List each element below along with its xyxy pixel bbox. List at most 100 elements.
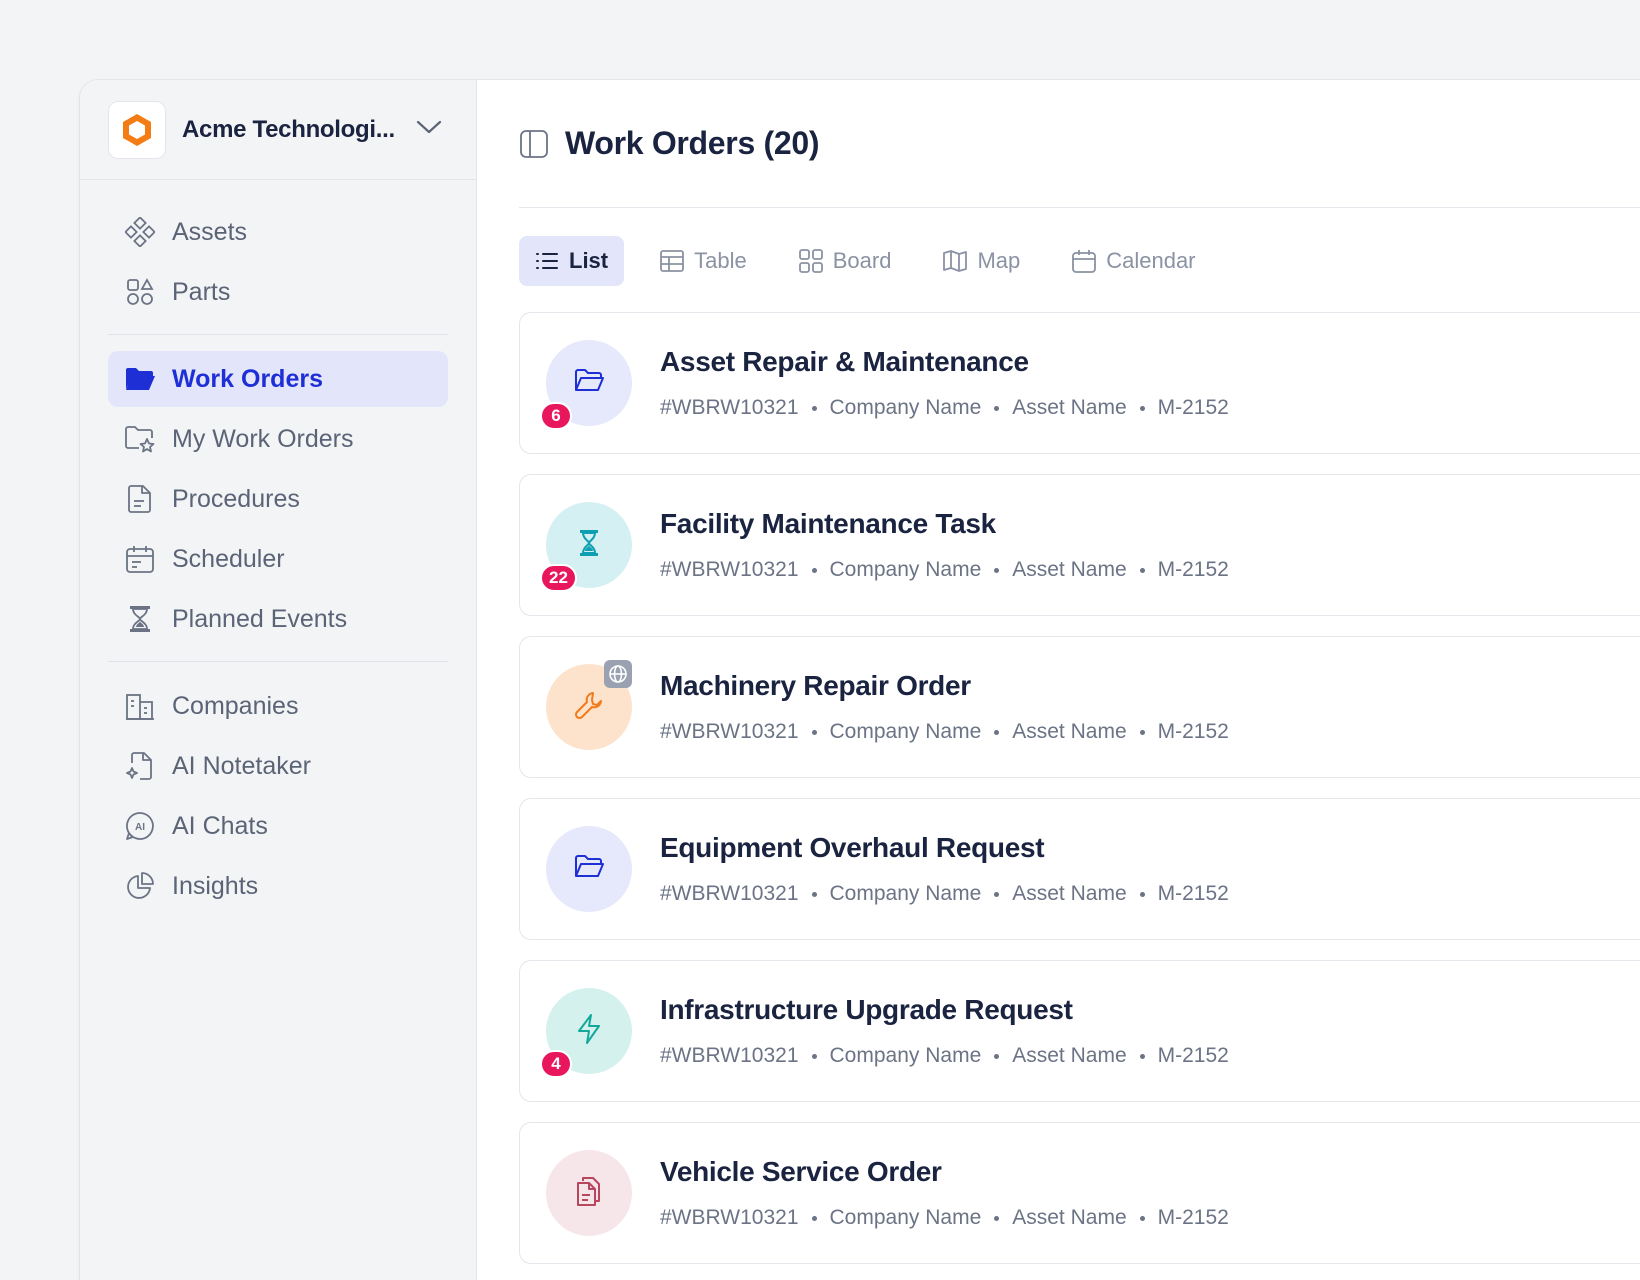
- work-order-card[interactable]: Equipment Overhaul Request #WBRW10321 Co…: [519, 798, 1640, 940]
- work-order-company: Company Name: [829, 1206, 982, 1229]
- work-order-asset: Asset Name: [1012, 720, 1127, 743]
- work-order-code: M-2152: [1157, 720, 1229, 743]
- work-order-card[interactable]: 4 Infrastructure Upgrade Request #WBRW10…: [519, 960, 1640, 1102]
- work-order-body: Infrastructure Upgrade Request #WBRW1032…: [660, 994, 1229, 1068]
- org-name: Acme Technologi...: [182, 115, 395, 143]
- work-order-code: M-2152: [1157, 396, 1229, 419]
- list-icon: [535, 250, 559, 272]
- separator-dot: [811, 567, 817, 573]
- work-order-id: #WBRW10321: [660, 396, 799, 419]
- page-title: Work Orders (20): [565, 125, 820, 161]
- work-order-avatar: [546, 1150, 632, 1236]
- tab-table[interactable]: Table: [644, 236, 763, 286]
- org-logo-icon: [108, 100, 166, 159]
- sidebar-item-label: AI Notetaker: [172, 751, 311, 780]
- pie-chart-icon: [124, 870, 156, 902]
- separator-dot: [1139, 891, 1145, 897]
- work-order-body: Asset Repair & Maintenance #WBRW10321 Co…: [660, 346, 1229, 420]
- folder-open-icon: [124, 363, 156, 395]
- folder-open-icon: [573, 854, 605, 885]
- count-badge: 22: [540, 564, 577, 592]
- work-order-meta: #WBRW10321 Company Name Asset Name M-215…: [660, 1206, 1229, 1230]
- work-order-title: Infrastructure Upgrade Request: [660, 994, 1073, 1025]
- work-order-code: M-2152: [1157, 1206, 1229, 1229]
- chevron-down-icon[interactable]: [416, 119, 442, 140]
- sidebar-toggle-icon[interactable]: [519, 129, 549, 159]
- separator-dot: [1139, 567, 1145, 573]
- work-order-meta: #WBRW10321 Company Name Asset Name M-215…: [660, 396, 1229, 420]
- document-icon: [124, 483, 156, 515]
- work-order-list: 6 Asset Repair & Maintenance #WBRW10321 …: [519, 312, 1640, 1264]
- work-order-code: M-2152: [1157, 882, 1229, 905]
- map-icon: [943, 249, 968, 273]
- work-order-asset: Asset Name: [1012, 396, 1127, 419]
- sidebar-item-assets[interactable]: Assets: [108, 204, 448, 260]
- ai-chat-icon: AI: [124, 810, 156, 842]
- folder-star-icon: [124, 423, 156, 455]
- work-order-id: #WBRW10321: [660, 720, 799, 743]
- work-order-asset: Asset Name: [1012, 558, 1127, 581]
- sidebar-item-label: Parts: [172, 277, 231, 306]
- sidebar: Acme Technologi... Assets Parts Work Ord…: [80, 80, 477, 1280]
- sidebar-item-label: Assets: [172, 217, 248, 246]
- sidebar-item-ai-chats[interactable]: AI AI Chats: [108, 798, 448, 854]
- svg-text:AI: AI: [135, 822, 145, 833]
- work-order-company: Company Name: [829, 1044, 982, 1067]
- work-order-company: Company Name: [829, 558, 982, 581]
- work-order-avatar: 22: [540, 502, 632, 592]
- separator-dot: [1139, 1053, 1145, 1059]
- sidebar-item-planned-events[interactable]: Planned Events: [108, 591, 448, 647]
- sidebar-item-label: Companies: [172, 691, 299, 720]
- work-order-body: Vehicle Service Order #WBRW10321 Company…: [660, 1156, 1229, 1230]
- work-order-asset: Asset Name: [1012, 1206, 1127, 1229]
- parts-icon: [124, 276, 156, 308]
- table-icon: [660, 249, 685, 273]
- work-order-title: Asset Repair & Maintenance: [660, 346, 1029, 377]
- work-order-company: Company Name: [829, 396, 982, 419]
- sidebar-item-procedures[interactable]: Procedures: [108, 471, 448, 527]
- tab-board[interactable]: Board: [783, 236, 908, 286]
- sidebar-item-parts[interactable]: Parts: [108, 264, 448, 320]
- divider: [108, 334, 448, 335]
- board-icon: [798, 249, 823, 273]
- sidebar-item-work-orders[interactable]: Work Orders: [108, 351, 448, 407]
- separator-dot: [1139, 405, 1145, 411]
- separator-dot: [994, 567, 1000, 573]
- work-order-card[interactable]: Machinery Repair Order #WBRW10321 Compan…: [519, 636, 1640, 778]
- app-window: Acme Technologi... Assets Parts Work Ord…: [80, 80, 1640, 1280]
- work-order-id: #WBRW10321: [660, 1206, 799, 1229]
- work-order-card[interactable]: 6 Asset Repair & Maintenance #WBRW10321 …: [519, 312, 1640, 454]
- tab-calendar[interactable]: Calendar: [1056, 236, 1211, 286]
- work-order-meta: #WBRW10321 Company Name Asset Name M-215…: [660, 558, 1229, 582]
- work-order-card[interactable]: Vehicle Service Order #WBRW10321 Company…: [519, 1122, 1640, 1264]
- sidebar-item-my-work-orders[interactable]: My Work Orders: [108, 411, 448, 467]
- sidebar-item-label: My Work Orders: [172, 424, 354, 453]
- count-badge: 6: [540, 402, 572, 430]
- sidebar-item-label: Planned Events: [172, 604, 348, 633]
- sidebar-item-scheduler[interactable]: Scheduler: [108, 531, 448, 587]
- work-order-meta: #WBRW10321 Company Name Asset Name M-215…: [660, 720, 1229, 744]
- work-order-title: Machinery Repair Order: [660, 670, 971, 701]
- view-tabs: List Table Board Map Calendar: [519, 236, 1640, 286]
- building-icon: [124, 690, 156, 722]
- tab-map[interactable]: Map: [927, 236, 1036, 286]
- separator-dot: [994, 1053, 1000, 1059]
- org-switcher[interactable]: Acme Technologi...: [80, 80, 476, 180]
- separator-dot: [811, 729, 817, 735]
- sidebar-item-ai-notetaker[interactable]: AI Notetaker: [108, 738, 448, 794]
- count-badge: 4: [540, 1050, 572, 1078]
- sidebar-item-label: Work Orders: [172, 364, 323, 393]
- separator-dot: [811, 1215, 817, 1221]
- sidebar-item-insights[interactable]: Insights: [108, 858, 448, 914]
- tab-label: Board: [832, 248, 892, 273]
- work-order-card[interactable]: 22 Facility Maintenance Task #WBRW10321 …: [519, 474, 1640, 616]
- sidebar-item-companies[interactable]: Companies: [108, 678, 448, 734]
- tab-list[interactable]: List: [519, 236, 625, 286]
- calendar-icon: [124, 543, 156, 575]
- work-order-avatar: 4: [540, 988, 632, 1078]
- wrench-icon: [573, 689, 605, 726]
- separator-dot: [1139, 1215, 1145, 1221]
- work-order-title: Facility Maintenance Task: [660, 508, 996, 539]
- divider: [108, 661, 448, 662]
- sidebar-item-label: Scheduler: [172, 544, 285, 573]
